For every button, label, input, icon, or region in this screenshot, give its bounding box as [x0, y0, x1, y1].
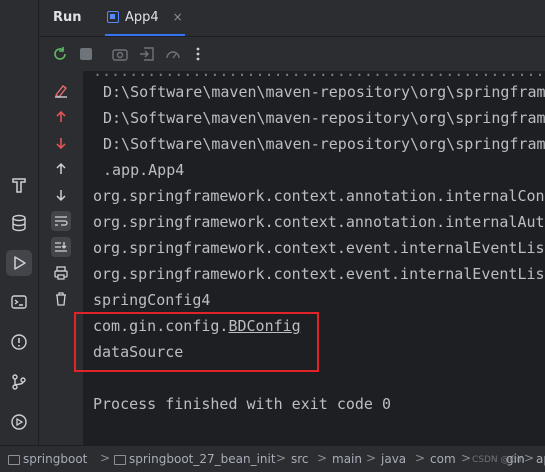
breadcrumb-separator: > — [276, 451, 287, 465]
breadcrumb-project[interactable]: springboot — [8, 452, 87, 466]
console-line: D:\Software\maven\maven-repository\org\s… — [103, 135, 545, 153]
console-line: dataSource — [93, 343, 184, 361]
down-arrow-icon[interactable] — [51, 185, 71, 205]
tab-app4[interactable]: App4 × — [105, 0, 185, 36]
breadcrumb-separator: > — [461, 451, 472, 465]
bean-package-prefix: com.gin.config. — [93, 317, 229, 335]
rerun-icon[interactable] — [51, 45, 69, 63]
profiler-icon[interactable] — [164, 45, 182, 63]
breadcrumb-separator: > — [317, 451, 328, 465]
database-icon[interactable] — [6, 210, 32, 236]
breadcrumb-com[interactable]: com — [430, 452, 456, 466]
console-line: org.springframework.context.event.intern… — [93, 265, 545, 283]
breadcrumb-app[interactable]: app — [536, 452, 545, 466]
breadcrumb-main[interactable]: main — [332, 452, 362, 466]
services-icon[interactable] — [6, 409, 32, 435]
restore-layout-icon[interactable] — [138, 45, 156, 63]
clear-icon[interactable] — [51, 81, 71, 101]
breadcrumb-module[interactable]: springboot_27_bean_init — [114, 452, 276, 466]
status-bar: springboot > springboot_27_bean_init > s… — [0, 445, 545, 472]
run-header: Run App4 × — [39, 0, 545, 37]
problems-icon[interactable] — [6, 329, 32, 355]
stop-icon[interactable] — [77, 45, 95, 63]
scroll-to-end-icon[interactable] — [51, 237, 71, 257]
more-icon[interactable] — [189, 45, 207, 63]
console-exit-line: Process finished with exit code 0 — [93, 395, 392, 413]
git-icon[interactable] — [6, 369, 32, 395]
print-icon[interactable] — [51, 263, 71, 283]
console-output[interactable]: ........................................… — [83, 71, 545, 445]
build-icon[interactable] — [6, 172, 32, 198]
folder-icon — [8, 454, 20, 465]
application-config-icon — [107, 11, 119, 23]
run-icon[interactable] — [6, 250, 32, 276]
left-tool-strip — [0, 0, 39, 445]
up-arrow-icon[interactable] — [51, 159, 71, 179]
up-arrow-red-icon[interactable] — [51, 107, 71, 127]
console-line: D:\Software\maven\maven-repository\org\s… — [103, 83, 545, 101]
run-title: Run — [53, 10, 82, 25]
console-gutter — [39, 71, 83, 445]
trash-icon[interactable] — [51, 289, 71, 309]
bean-class-name: BDConfig — [228, 317, 301, 335]
breadcrumb-java[interactable]: java — [381, 452, 406, 466]
console-line: .app.App4 — [103, 161, 185, 179]
console-line: org.springframework.context.event.intern… — [93, 239, 545, 257]
breadcrumb-gin[interactable]: gin — [506, 452, 525, 466]
console-line: D:\Software\maven\maven-repository\org\s… — [103, 109, 545, 127]
console-line: springConfig4 — [93, 291, 211, 309]
console-line: org.springframework.context.annotation.i… — [93, 187, 545, 205]
down-arrow-red-icon[interactable] — [51, 133, 71, 153]
run-toolbar — [39, 37, 545, 71]
close-icon[interactable]: × — [173, 10, 183, 24]
screenshot-icon[interactable] — [111, 45, 129, 63]
breadcrumb-separator: > — [366, 451, 377, 465]
breadcrumb-separator: > — [524, 451, 535, 465]
tab-label: App4 — [125, 9, 159, 25]
breadcrumb-separator: > — [100, 451, 111, 465]
console-line-partial: ........................................… — [93, 71, 545, 80]
soft-wrap-icon[interactable] — [51, 211, 71, 231]
terminal-icon[interactable] — [6, 289, 32, 315]
console-line: org.springframework.context.annotation.i… — [93, 213, 545, 231]
breadcrumb-src[interactable]: src — [291, 452, 309, 466]
breadcrumb-separator: > — [415, 451, 426, 465]
console-line-bdconfig: com.gin.config.BDConfig — [93, 317, 301, 335]
folder-icon — [114, 454, 126, 465]
